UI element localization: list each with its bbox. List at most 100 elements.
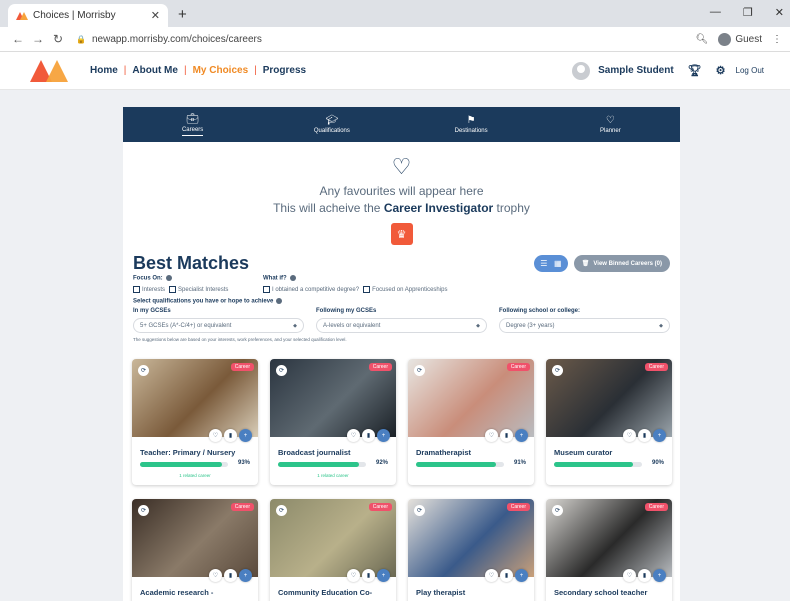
- career-card[interactable]: ⟳ Career ♡ ▮ + Museum curator 90%: [546, 359, 672, 485]
- bin-icon[interactable]: ▮: [224, 429, 237, 442]
- favourite-heart-icon[interactable]: ♡: [209, 569, 222, 582]
- add-icon[interactable]: +: [653, 569, 666, 582]
- guest-profile[interactable]: Guest: [718, 32, 762, 46]
- career-title[interactable]: Academic research -: [140, 588, 213, 597]
- bin-icon[interactable]: ▮: [500, 569, 513, 582]
- forward-arrow-icon[interactable]: →: [28, 32, 48, 46]
- list-view-icon[interactable]: ☰: [537, 259, 551, 268]
- career-card[interactable]: ⟳ Career ♡ ▮ + Dramatherapist 91%: [408, 359, 534, 485]
- zoom-icon[interactable]: 🔍︎: [696, 34, 709, 45]
- checkbox-label: Interests: [142, 286, 166, 293]
- close-window-icon[interactable]: ✕: [775, 6, 784, 19]
- favourite-heart-icon[interactable]: ♡: [209, 429, 222, 442]
- apprenticeships-checkbox[interactable]: Focused on Apprenticeships: [363, 285, 447, 293]
- info-icon[interactable]: [289, 275, 296, 281]
- info-icon[interactable]: [276, 297, 283, 304]
- rotate-icon[interactable]: ⟳: [138, 365, 149, 376]
- add-icon[interactable]: +: [515, 429, 528, 442]
- nav-progress[interactable]: Progress: [263, 65, 306, 76]
- career-title[interactable]: Broadcast journalist: [278, 448, 351, 457]
- restore-icon[interactable]: ❐: [743, 6, 753, 19]
- career-badge: Career: [368, 363, 392, 371]
- bin-icon[interactable]: ▮: [638, 569, 651, 582]
- gcse-select[interactable]: 5+ GCSEs (A*-C/4+) or equivalent ◆: [133, 318, 304, 334]
- career-title[interactable]: Dramatherapist: [416, 448, 471, 457]
- interests-checkbox[interactable]: Interests: [133, 285, 166, 293]
- add-icon[interactable]: +: [239, 569, 252, 582]
- nav-my-choices[interactable]: My Choices: [193, 65, 249, 76]
- post-gcse-select[interactable]: A-levels or equivalent ◆: [316, 318, 487, 334]
- heart-icon: ♡: [605, 115, 615, 126]
- rotate-icon[interactable]: ⟳: [276, 505, 287, 516]
- tab-careers[interactable]: 💼︎ Careers: [123, 107, 262, 142]
- bin-icon[interactable]: ▮: [224, 569, 237, 582]
- specialist-interests-checkbox[interactable]: Specialist Interests: [169, 285, 228, 293]
- tab-destinations[interactable]: ⚑ Destinations: [402, 107, 541, 142]
- favourite-heart-icon[interactable]: ♡: [623, 569, 636, 582]
- match-progress-bar: [278, 462, 366, 467]
- address-bar[interactable]: 🔒 newapp.morrisby.com/choices/careers: [76, 34, 696, 45]
- rotate-icon[interactable]: ⟳: [138, 505, 149, 516]
- add-icon[interactable]: +: [239, 429, 252, 442]
- nav-about-me[interactable]: About Me: [132, 65, 178, 76]
- career-photo: ⟳ Career: [132, 499, 258, 577]
- reload-icon[interactable]: ↻: [48, 32, 68, 46]
- tab-planner[interactable]: ♡ Planner: [541, 107, 680, 142]
- career-card[interactable]: ⟳ Career ♡ ▮ + Teacher: Primary / Nurser…: [132, 359, 258, 485]
- minimize-icon[interactable]: —: [710, 6, 721, 19]
- career-card[interactable]: ⟳ Career ♡ ▮ + Academic research -: [132, 499, 258, 601]
- career-card[interactable]: ⟳ Career ♡ ▮ + Broadcast journalist 92% 1…: [270, 359, 396, 485]
- view-binned-careers-button[interactable]: 🗑︎ View Binned Careers (0): [573, 255, 670, 272]
- rotate-icon[interactable]: ⟳: [552, 505, 563, 516]
- rotate-icon[interactable]: ⟳: [276, 365, 287, 376]
- add-icon[interactable]: +: [377, 569, 390, 582]
- career-title[interactable]: Teacher: Primary / Nursery: [140, 448, 235, 457]
- bin-icon[interactable]: ▮: [362, 569, 375, 582]
- career-card[interactable]: ⟳ Career ♡ ▮ + Secondary school teacher: [546, 499, 672, 601]
- bin-icon[interactable]: ▮: [638, 429, 651, 442]
- related-careers-link[interactable]: 1 related career: [270, 473, 396, 478]
- related-careers-link[interactable]: 1 related career: [132, 473, 258, 478]
- user-name[interactable]: Sample Student: [598, 65, 674, 76]
- tab-label: Destinations: [454, 128, 488, 134]
- bin-icon[interactable]: ▮: [362, 429, 375, 442]
- favourite-heart-icon[interactable]: ♡: [623, 429, 636, 442]
- bin-icon[interactable]: ▮: [500, 429, 513, 442]
- morrisby-logo[interactable]: [30, 59, 70, 82]
- favourite-heart-icon[interactable]: ♡: [347, 569, 360, 582]
- career-title[interactable]: Museum curator: [554, 448, 612, 457]
- user-avatar[interactable]: [572, 61, 591, 80]
- match-percentage: 90%: [651, 460, 664, 466]
- add-icon[interactable]: +: [653, 429, 666, 442]
- info-icon[interactable]: [165, 275, 172, 281]
- rotate-icon[interactable]: ⟳: [414, 505, 425, 516]
- nav-home[interactable]: Home: [90, 65, 118, 76]
- add-icon[interactable]: +: [515, 569, 528, 582]
- gear-icon[interactable]: ⚙: [716, 64, 726, 77]
- logout-link[interactable]: Log Out: [736, 66, 764, 75]
- favourite-heart-icon[interactable]: ♡: [485, 429, 498, 442]
- favourite-heart-icon[interactable]: ♡: [347, 429, 360, 442]
- career-card[interactable]: ⟳ Career ♡ ▮ + Play therapist: [408, 499, 534, 601]
- best-matches-header: Best Matches ☰ ▦ 🗑︎ View Binned Careers …: [133, 253, 670, 274]
- back-arrow-icon[interactable]: ←: [8, 32, 28, 46]
- guest-label: Guest: [735, 33, 762, 45]
- trophy-icon[interactable]: 🏆︎: [688, 64, 702, 77]
- new-tab-icon[interactable]: +: [178, 6, 187, 23]
- add-icon[interactable]: +: [377, 429, 390, 442]
- close-tab-icon[interactable]: ✕: [151, 9, 160, 22]
- grid-view-icon[interactable]: ▦: [551, 259, 565, 268]
- browser-tab[interactable]: Choices | Morrisby ✕: [8, 4, 168, 27]
- career-title[interactable]: Community Education Co-: [278, 588, 372, 597]
- rotate-icon[interactable]: ⟳: [552, 365, 563, 376]
- career-title[interactable]: Play therapist: [416, 588, 465, 597]
- career-card[interactable]: ⟳ Career ♡ ▮ + Community Education Co-: [270, 499, 396, 601]
- post-school-select[interactable]: Degree (3+ years) ◆: [499, 318, 670, 334]
- career-title[interactable]: Secondary school teacher: [554, 588, 647, 597]
- rotate-icon[interactable]: ⟳: [414, 365, 425, 376]
- browser-menu-icon[interactable]: ⋮: [772, 34, 782, 45]
- tab-qualifications[interactable]: 🎓︎ Qualifications: [262, 107, 401, 142]
- competitive-degree-checkbox[interactable]: I obtained a competitive degree?: [263, 285, 359, 293]
- match-progress-bar: [554, 462, 642, 467]
- favourite-heart-icon[interactable]: ♡: [485, 569, 498, 582]
